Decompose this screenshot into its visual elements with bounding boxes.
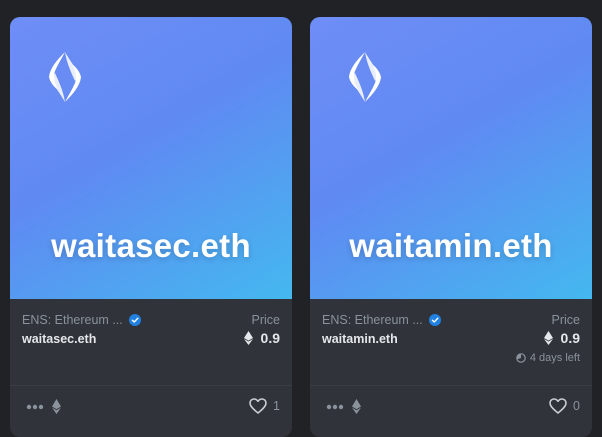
artwork-title: waitasec.eth: [51, 227, 251, 264]
price-amount: 0.9: [260, 330, 280, 346]
more-icon[interactable]: [26, 404, 44, 410]
eth-icon: [243, 331, 253, 345]
ens-logo-icon: [349, 52, 381, 102]
item-name[interactable]: waitasec.eth: [22, 332, 96, 346]
time-left-text: 4 days left: [529, 352, 580, 364]
eth-icon: [352, 399, 361, 414]
favorite-button[interactable]: 1: [249, 398, 280, 414]
collection-name: ENS: Ethereum ...: [322, 313, 423, 327]
heart-icon: [249, 398, 267, 414]
price-label: Price: [551, 313, 580, 327]
price-value: 0.9: [243, 330, 280, 346]
eth-icon: [543, 331, 553, 345]
collection-link[interactable]: ENS: Ethereum ...: [22, 313, 141, 327]
favorite-button[interactable]: 0: [549, 398, 580, 414]
price-value: 0.9: [543, 330, 580, 346]
nft-card-waitamin[interactable]: waitamin.eth ENS: Ethereum ... waitamin.…: [310, 17, 592, 437]
eth-icon: [52, 399, 61, 414]
card-footer: 1: [10, 385, 292, 437]
card-info: ENS: Ethereum ... waitasec.eth Price 0.9: [10, 299, 292, 385]
heart-icon: [549, 398, 567, 414]
artwork-title: waitamin.eth: [349, 227, 553, 264]
collection-name: ENS: Ethereum ...: [22, 313, 123, 327]
like-count: 0: [573, 399, 580, 413]
card-footer: 0: [310, 385, 592, 437]
nft-artwork[interactable]: waitasec.eth: [10, 17, 292, 299]
verified-badge-icon: [428, 314, 441, 326]
auction-time-left: 4 days left: [516, 352, 580, 364]
clock-icon: [516, 353, 526, 363]
like-count: 1: [273, 399, 280, 413]
card-info: ENS: Ethereum ... waitamin.eth Price 0.9…: [310, 299, 592, 385]
ens-logo-icon: [49, 52, 81, 102]
price-label: Price: [251, 313, 280, 327]
collection-link[interactable]: ENS: Ethereum ...: [322, 313, 441, 327]
more-icon[interactable]: [326, 404, 344, 410]
price-amount: 0.9: [560, 330, 580, 346]
verified-badge-icon: [128, 314, 141, 326]
item-name[interactable]: waitamin.eth: [322, 332, 398, 346]
nft-artwork[interactable]: waitamin.eth: [310, 17, 592, 299]
nft-card-waitasec[interactable]: waitasec.eth ENS: Ethereum ... waitasec.…: [10, 17, 292, 437]
